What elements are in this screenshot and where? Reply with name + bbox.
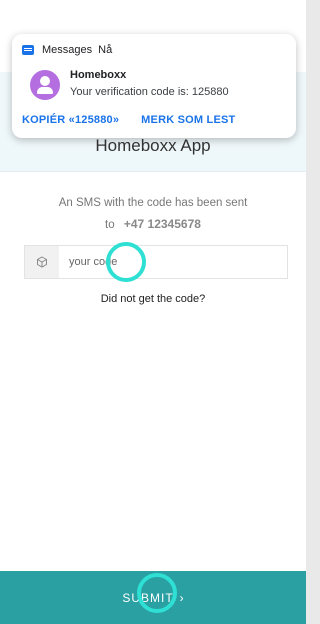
code-field-icon-box: [25, 246, 59, 278]
recipient-prefix: to: [105, 219, 115, 231]
app-screen: Homeboxx App Messages Nå Homeboxx Your v…: [0, 0, 306, 624]
copy-code-action[interactable]: KOPIÉR «125880»: [18, 112, 123, 128]
sms-notification[interactable]: Messages Nå Homeboxx Your verification c…: [12, 34, 296, 138]
touch-indicator: [106, 242, 146, 282]
phone-number: +47 12345678: [123, 217, 201, 231]
notification-app-name: Messages: [42, 44, 93, 56]
person-avatar-icon: [30, 70, 60, 100]
recipient-line: to +47 12345678: [0, 217, 306, 231]
cube-icon: [37, 256, 47, 268]
messages-icon: [22, 45, 34, 55]
notification-header: Messages Nå: [22, 44, 112, 56]
mark-as-read-action[interactable]: MERK SOM LEST: [137, 112, 239, 128]
notification-preview: Your verification code is: 125880: [70, 86, 229, 98]
touch-indicator: [137, 573, 177, 613]
sms-sent-info: An SMS with the code has been sent: [58, 197, 248, 209]
chevron-right-icon: ›: [179, 590, 184, 605]
code-input[interactable]: [59, 246, 287, 278]
notification-actions: KOPIÉR «125880» MERK SOM LEST: [18, 112, 253, 128]
verification-code-field: [24, 245, 288, 279]
notification-sender: Homeboxx: [70, 69, 127, 81]
resend-code-link[interactable]: Did not get the code?: [0, 293, 306, 305]
notification-time: Nå: [98, 44, 113, 56]
app-title: Homeboxx App: [95, 136, 211, 155]
